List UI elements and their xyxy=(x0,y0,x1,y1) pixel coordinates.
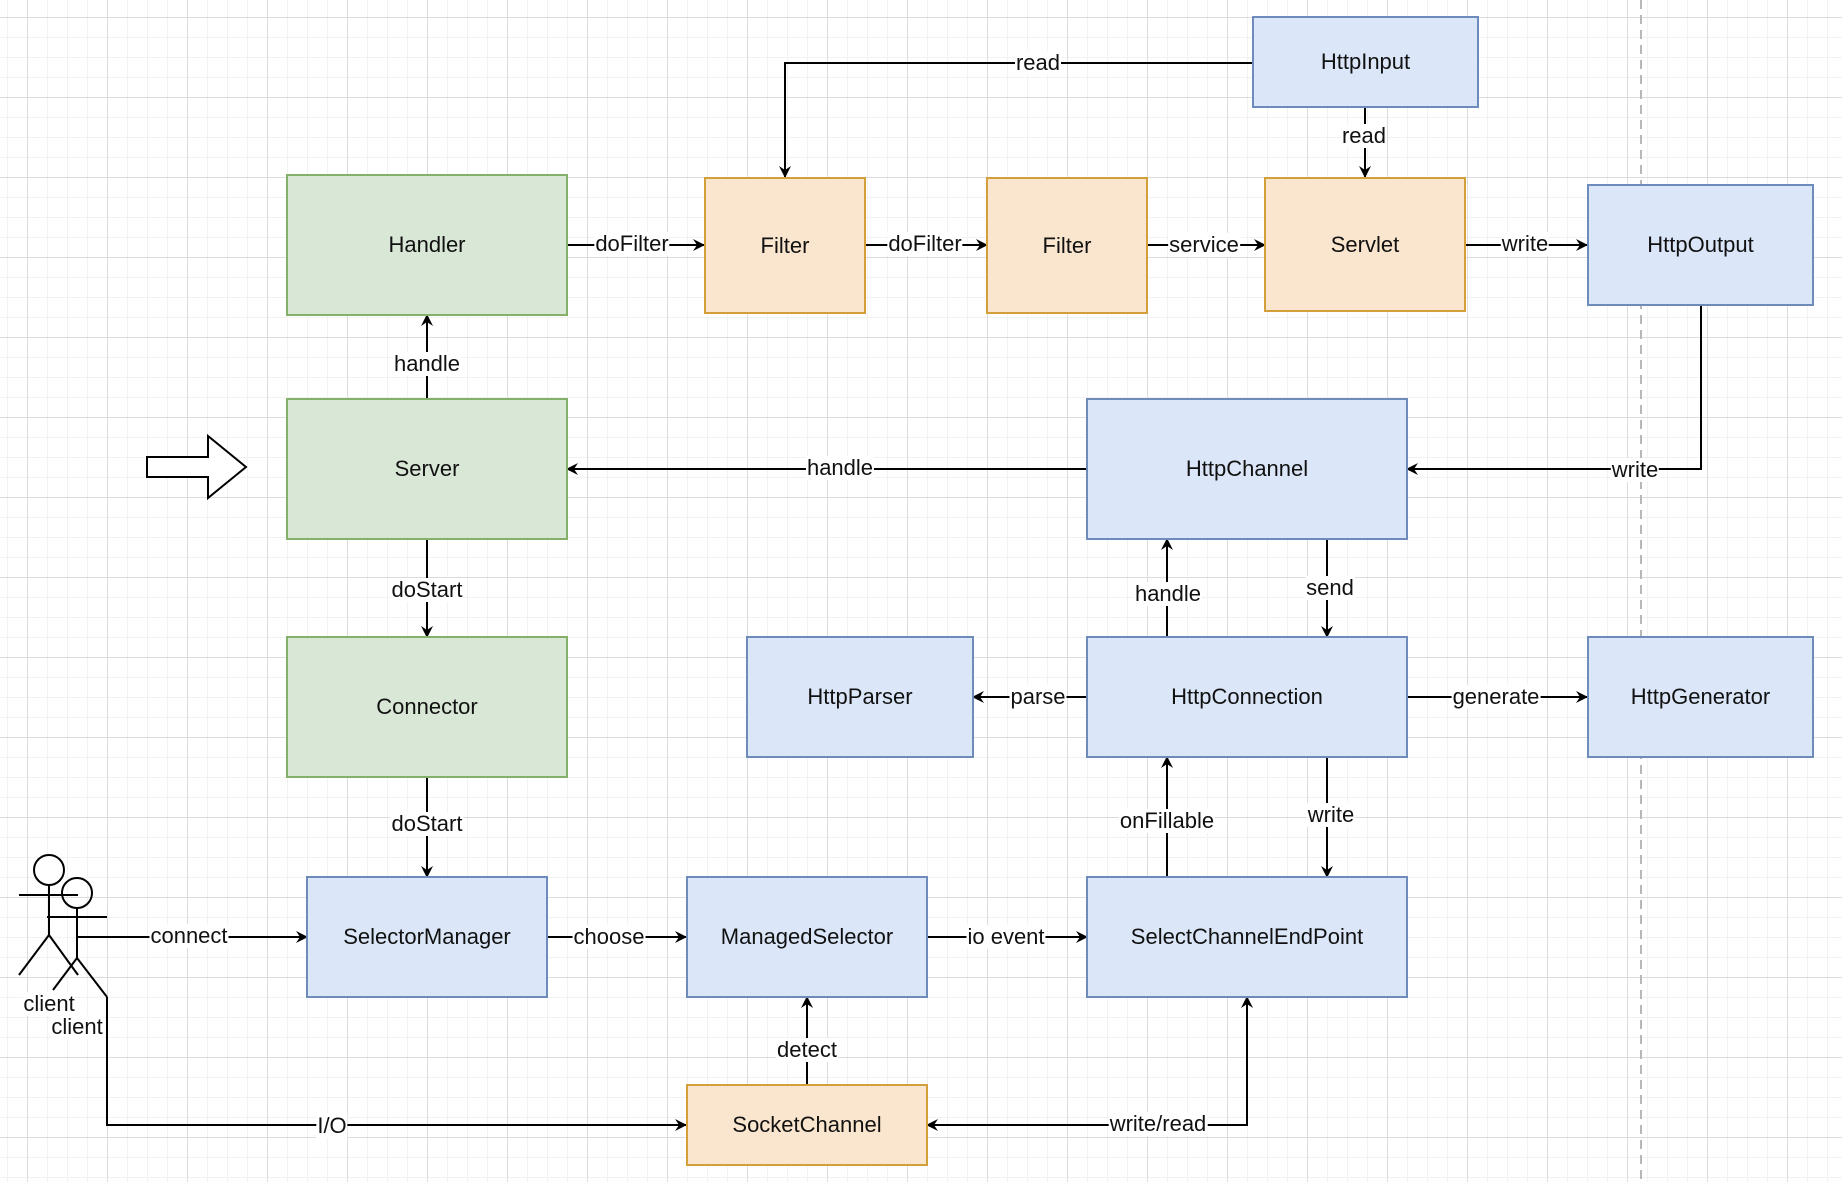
node-http-connection[interactable]: HttpConnection xyxy=(1086,636,1408,758)
actor-head-icon xyxy=(61,877,93,909)
diagram-canvas xyxy=(18,0,1702,1182)
node-http-output[interactable]: HttpOutput xyxy=(1587,184,1814,306)
edge-label-dostart-connector: doStart xyxy=(390,577,464,602)
edge-label-service: service xyxy=(1168,232,1240,257)
actor-label-client-2: client xyxy=(51,1014,103,1039)
node-managed-selector[interactable]: ManagedSelector xyxy=(686,876,928,998)
edge-label-io-event: io event xyxy=(966,924,1046,949)
client-actor-1[interactable] xyxy=(18,854,79,976)
node-http-generator[interactable]: HttpGenerator xyxy=(1587,636,1814,758)
edge-label-dofilter-1: doFilter xyxy=(594,231,670,256)
node-label: HttpGenerator xyxy=(1630,684,1771,709)
node-handler[interactable]: Handler xyxy=(286,174,568,316)
node-label: HttpParser xyxy=(807,684,913,709)
node-http-channel[interactable]: HttpChannel xyxy=(1086,398,1408,540)
node-label: SelectorManager xyxy=(343,924,511,949)
edge-label-handle-channel-server: handle xyxy=(805,455,875,480)
edge-label-connect: connect xyxy=(149,923,229,948)
edge-label-write-scep: write xyxy=(1306,802,1356,827)
node-socket-channel[interactable]: SocketChannel xyxy=(686,1084,928,1166)
edge-label-send: send xyxy=(1305,575,1355,600)
edge-scep-socketchannel-writeread[interactable] xyxy=(926,996,1253,1131)
node-selector-manager[interactable]: SelectorManager xyxy=(306,876,548,998)
node-label: HttpConnection xyxy=(1171,684,1323,709)
node-label: Filter xyxy=(760,232,810,258)
edge-label-onfillable: onFillable xyxy=(1118,808,1216,833)
edge-label-write-output: write xyxy=(1500,231,1550,256)
edge-httpoutput-httpchannel-write[interactable] xyxy=(1406,305,1702,475)
edge-label-detect: detect xyxy=(776,1037,838,1062)
edge-client-socketchannel-io[interactable] xyxy=(106,997,687,1131)
node-label: Handler xyxy=(388,232,466,257)
edge-httpinput-filter-read[interactable] xyxy=(779,62,1252,178)
edge-label-read-top: read xyxy=(1014,50,1062,75)
edge-label-read-servlet: read xyxy=(1340,123,1388,148)
node-select-channel-end-point[interactable]: SelectChannelEndPoint xyxy=(1086,876,1408,998)
node-http-input[interactable]: HttpInput xyxy=(1252,16,1479,108)
node-label: HttpInput xyxy=(1320,49,1411,74)
node-http-parser[interactable]: HttpParser xyxy=(746,636,974,758)
edge-label-dostart-selector: doStart xyxy=(390,811,464,836)
entry-arrow-icon xyxy=(146,433,248,501)
node-filter-2[interactable]: Filter xyxy=(986,177,1148,314)
node-connector[interactable]: Connector xyxy=(286,636,568,778)
edge-label-handle-server-handler: handle xyxy=(392,351,462,376)
edge-label-choose: choose xyxy=(572,924,646,949)
actor-label-client-1: client xyxy=(23,991,75,1016)
edge-label-dofilter-2: doFilter xyxy=(887,231,963,256)
node-servlet[interactable]: Servlet xyxy=(1264,177,1466,312)
node-server[interactable]: Server xyxy=(286,398,568,540)
edge-label-generate: generate xyxy=(1451,684,1541,709)
node-filter-1[interactable]: Filter xyxy=(704,177,866,314)
node-label: SocketChannel xyxy=(732,1112,882,1137)
node-label: ManagedSelector xyxy=(720,924,894,949)
node-label: HttpChannel xyxy=(1185,456,1309,481)
node-label: Filter xyxy=(1042,232,1092,258)
edge-label-io: I/O xyxy=(316,1113,348,1138)
actor-head-icon xyxy=(33,854,65,886)
node-label: HttpOutput xyxy=(1647,232,1754,257)
node-label: Server xyxy=(394,456,460,481)
edge-label-write-read: write/read xyxy=(1108,1111,1208,1136)
node-label: Connector xyxy=(376,694,478,719)
node-label: SelectChannelEndPoint xyxy=(1130,924,1364,949)
node-label: Servlet xyxy=(1330,231,1400,257)
edge-label-write-output-channel: write xyxy=(1610,457,1660,482)
edge-label-parse: parse xyxy=(1009,684,1067,709)
edge-label-handle-conn-channel: handle xyxy=(1133,581,1203,606)
